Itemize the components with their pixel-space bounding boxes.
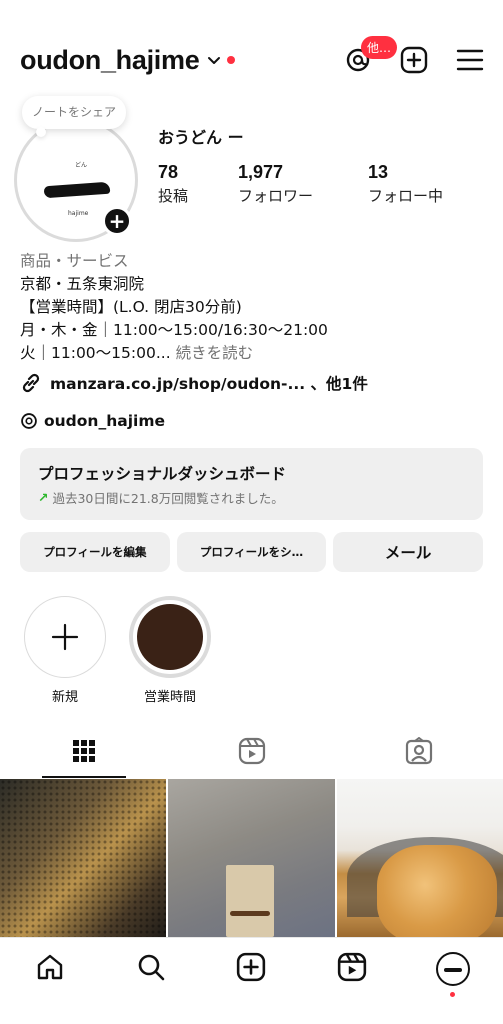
display-name: おうどん ー [158, 128, 244, 147]
stat-followers[interactable]: 1,977 フォロワー [238, 162, 313, 206]
plus-icon [51, 623, 79, 651]
content-tabs [0, 724, 503, 778]
edit-profile-button[interactable]: プロフィールを編集 [20, 532, 170, 572]
threads-badge: 他… [361, 36, 398, 59]
threads-button[interactable]: 他… [343, 36, 398, 75]
menu-button[interactable] [455, 45, 485, 75]
highlight-label: 新規 [51, 690, 78, 705]
profile-actions: プロフィールを編集 プロフィールをシ… メール [20, 532, 484, 572]
reels-icon [238, 737, 265, 765]
bio-line: 火｜11:00～15:00... [20, 344, 171, 362]
bio-line: 京都・五条東洞院 [20, 275, 145, 293]
post-thumbnail[interactable] [168, 779, 335, 937]
highlight-new[interactable]: 新規 [24, 596, 106, 705]
threads-handle: oudon_hajime [44, 412, 165, 430]
nav-home[interactable] [0, 938, 101, 1024]
bio-line: 月・木・金｜11:00～15:00/16:30～21:00 [20, 321, 328, 339]
bottom-nav [0, 937, 503, 1024]
reels-icon [337, 952, 367, 982]
grid-icon [72, 740, 95, 762]
professional-dashboard[interactable]: プロフェッショナルダッシュボード ↗ 過去30日間に21.8万回閲覧されました。 [20, 448, 483, 520]
stat-posts[interactable]: 78 投稿 [158, 162, 188, 206]
tagged-icon [406, 737, 433, 765]
add-story-button[interactable]: + [102, 206, 132, 236]
posts-grid [0, 779, 503, 937]
nav-create[interactable] [201, 938, 302, 1024]
search-icon [138, 954, 165, 981]
post-thumbnail[interactable] [336, 779, 503, 937]
highlight-hours[interactable]: 営業時間 [129, 596, 211, 705]
tab-posts[interactable] [0, 724, 168, 778]
bio: 商品・サービス 京都・五条東洞院 【営業時間】(L.O. 閉店30分前) 月・木… [20, 250, 489, 365]
create-button[interactable] [399, 45, 429, 75]
home-icon [38, 954, 63, 980]
post-thumbnail[interactable] [0, 779, 167, 937]
highlight-cover [137, 604, 203, 670]
share-profile-button[interactable]: プロフィールをシ… [176, 532, 327, 572]
dashboard-subtitle: 過去30日間に21.8万回閲覧されました。 [52, 491, 284, 506]
tab-reels[interactable] [168, 724, 336, 778]
note-bubble[interactable]: ノートをシェア [22, 96, 126, 138]
profile-header: oudon_hajime 他… [20, 36, 485, 84]
chevron-down-icon[interactable] [207, 53, 221, 67]
notification-dot [450, 992, 456, 997]
highlight-label: 営業時間 [143, 690, 196, 705]
notification-dot [227, 56, 236, 64]
menu-icon [456, 49, 484, 71]
bio-line: 【営業時間】(L.O. 閉店30分前) [20, 298, 242, 316]
username-switcher[interactable]: oudon_hajime [20, 45, 200, 76]
read-more-link[interactable]: 続きを読む [176, 344, 254, 362]
nav-search[interactable] [101, 938, 202, 1024]
header-actions: 他… [343, 36, 485, 75]
link-text: manzara.co.jp/shop/oudon-... 、他1件 [50, 375, 368, 393]
trend-up-icon: ↗ [38, 490, 49, 505]
create-icon [400, 46, 428, 74]
tab-tagged[interactable] [335, 724, 503, 778]
email-button[interactable]: メール [333, 532, 484, 572]
nav-reels[interactable] [302, 938, 403, 1024]
bio-link[interactable]: manzara.co.jp/shop/oudon-... 、他1件 [20, 372, 368, 394]
profile-stats: 78 投稿 1,977 フォロワー 13 フォロー中 [158, 162, 488, 212]
link-icon [22, 373, 40, 393]
profile-icon [435, 952, 470, 986]
threads-profile-link[interactable]: oudon_hajime [20, 412, 165, 430]
category-label: 商品・サービス [20, 252, 129, 270]
threads-icon [21, 413, 37, 429]
profile-avatar[interactable]: どん hajime + [14, 118, 138, 242]
stat-following[interactable]: 13 フォロー中 [368, 162, 443, 206]
create-icon [237, 952, 266, 982]
nav-profile[interactable] [402, 938, 503, 1024]
dashboard-title: プロフェッショナルダッシュボード [38, 465, 287, 483]
logo-brushstroke [43, 181, 111, 199]
